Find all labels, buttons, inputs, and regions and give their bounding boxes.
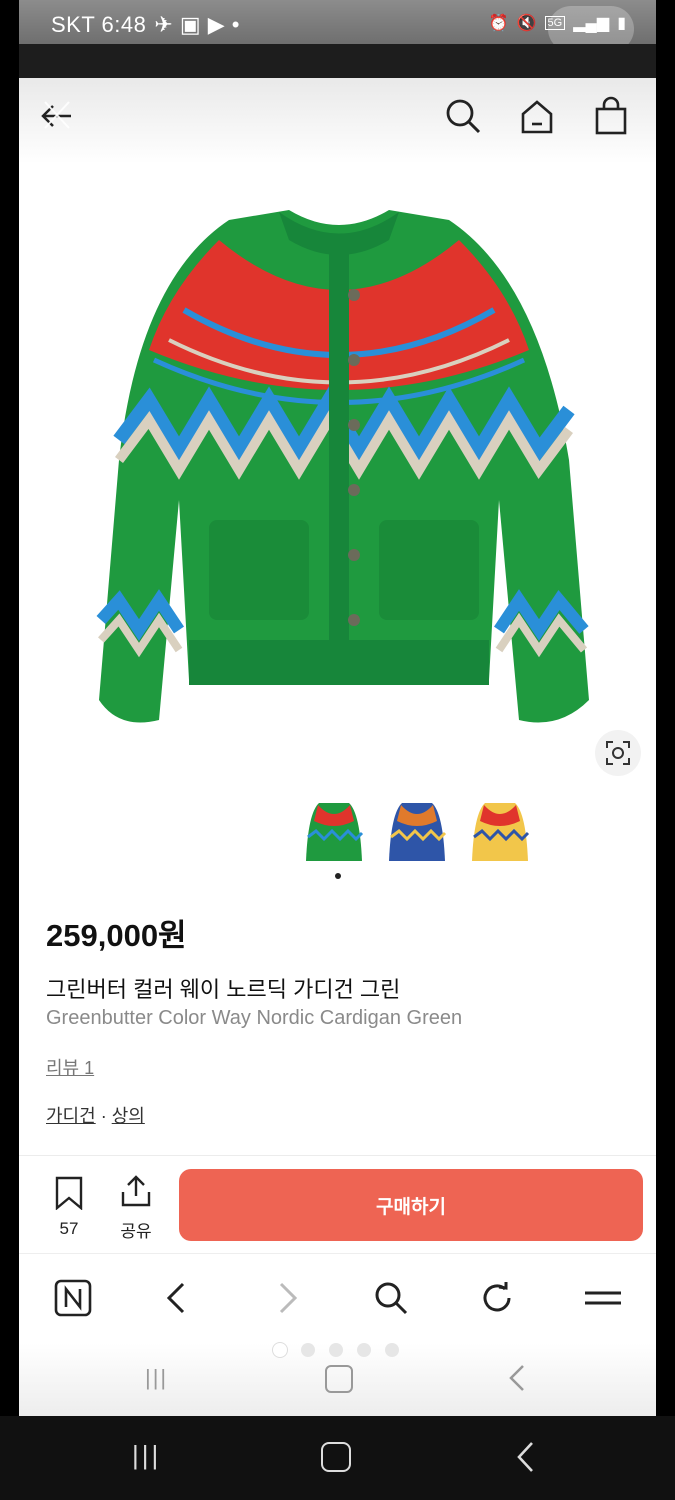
bookmark-count: 57 [59, 1219, 79, 1238]
status-bar: SKT 6:48 ✈ ▣ ▶ • ⏰ 🔇 5G ▂▄▆ ▮ [19, 0, 656, 52]
search-icon[interactable] [443, 96, 483, 136]
browser-forward-button[interactable] [264, 1276, 308, 1320]
back-arrow-icon[interactable] [37, 96, 77, 136]
category-separator: · [95, 1106, 112, 1126]
share-icon [121, 1175, 151, 1207]
home-square-icon[interactable] [325, 1365, 353, 1393]
review-link[interactable]: 리뷰 1 [46, 1054, 94, 1080]
page-dot-active [273, 1343, 287, 1357]
browser-refresh-button[interactable] [475, 1276, 519, 1320]
notification-icons: ✈ ▣ ▶ • [154, 12, 241, 37]
category-link-cardigan[interactable]: 가디건 [46, 1106, 96, 1126]
cardigan-yellow-thumb [471, 803, 529, 861]
cardigan-green-thumb [305, 803, 363, 861]
page-dot [329, 1343, 343, 1357]
refresh-icon [483, 1282, 511, 1312]
carrier-time: SKT 6:48 [51, 12, 147, 37]
product-price: 259,000원 [46, 918, 187, 953]
alarm-icon: ⏰ [488, 15, 509, 32]
screen-border-right [656, 0, 675, 1500]
product-image[interactable] [89, 200, 589, 740]
chevron-left-icon [166, 1282, 185, 1314]
bag-icon[interactable] [591, 96, 631, 136]
app-frame: SKT 6:48 ✈ ▣ ▶ • ⏰ 🔇 5G ▂▄▆ ▮ 259,000원 그… [19, 0, 656, 1416]
page-dots [273, 1343, 399, 1357]
system-navigation-bar: ||| [0, 1416, 675, 1500]
color-thumbnails [302, 796, 531, 868]
category-breadcrumb: 가디건 · 상의 [46, 1102, 145, 1128]
menu-icon [585, 1291, 621, 1305]
battery-icon: ▮ [617, 15, 626, 32]
image-search-button[interactable] [595, 730, 641, 776]
home-icon[interactable] [517, 96, 557, 136]
share-button[interactable]: 공유 [116, 1174, 156, 1242]
network-badge: 5G [544, 16, 566, 30]
bookmark-button[interactable]: 57 [51, 1176, 87, 1239]
naver-home-button[interactable] [51, 1276, 95, 1320]
thumbnail-green[interactable] [302, 796, 365, 868]
recent-apps-icon[interactable]: ||| [145, 1365, 168, 1391]
category-link-top[interactable]: 상의 [112, 1106, 145, 1126]
page-header [19, 78, 656, 164]
screen-border-left [0, 0, 19, 1500]
naver-n-icon [54, 1279, 92, 1317]
status-dark-strip [19, 44, 656, 78]
browser-menu-button[interactable] [581, 1276, 625, 1320]
chevron-right-icon [279, 1282, 298, 1314]
product-name-english: Greenbutter Color Way Nordic Cardigan Gr… [46, 1007, 463, 1029]
browser-search-button[interactable] [369, 1276, 413, 1320]
purchase-action-bar: 57 공유 구매하기 [19, 1155, 656, 1254]
product-name-korean: 그린버터 컬러 웨이 노르딕 가디건 그린 [46, 977, 401, 1002]
browser-back-button[interactable] [156, 1276, 200, 1320]
lens-icon [606, 741, 630, 765]
system-home-icon[interactable] [321, 1442, 351, 1472]
search-icon [375, 1282, 408, 1315]
bookmark-icon [55, 1176, 83, 1211]
page-dot [385, 1343, 399, 1357]
thumbnail-indicator [335, 873, 341, 879]
share-label: 공유 [120, 1222, 152, 1241]
system-back-icon[interactable] [514, 1440, 536, 1474]
browser-toolbar [19, 1253, 656, 1344]
buy-button[interactable]: 구매하기 [179, 1169, 643, 1241]
signal-icon: ▂▄▆ [573, 15, 610, 32]
cardigan-blue-thumb [388, 803, 446, 861]
thumbnail-yellow[interactable] [468, 796, 531, 868]
system-recents-icon[interactable]: ||| [132, 1440, 161, 1471]
page-dot [357, 1343, 371, 1357]
thumbnail-blue[interactable] [385, 796, 448, 868]
mute-icon: 🔇 [516, 15, 537, 32]
status-left: SKT 6:48 ✈ ▣ ▶ • [51, 12, 240, 38]
back-chevron-icon[interactable] [507, 1363, 527, 1393]
status-right: ⏰ 🔇 5G ▂▄▆ ▮ [489, 13, 626, 33]
page-dot [301, 1343, 315, 1357]
